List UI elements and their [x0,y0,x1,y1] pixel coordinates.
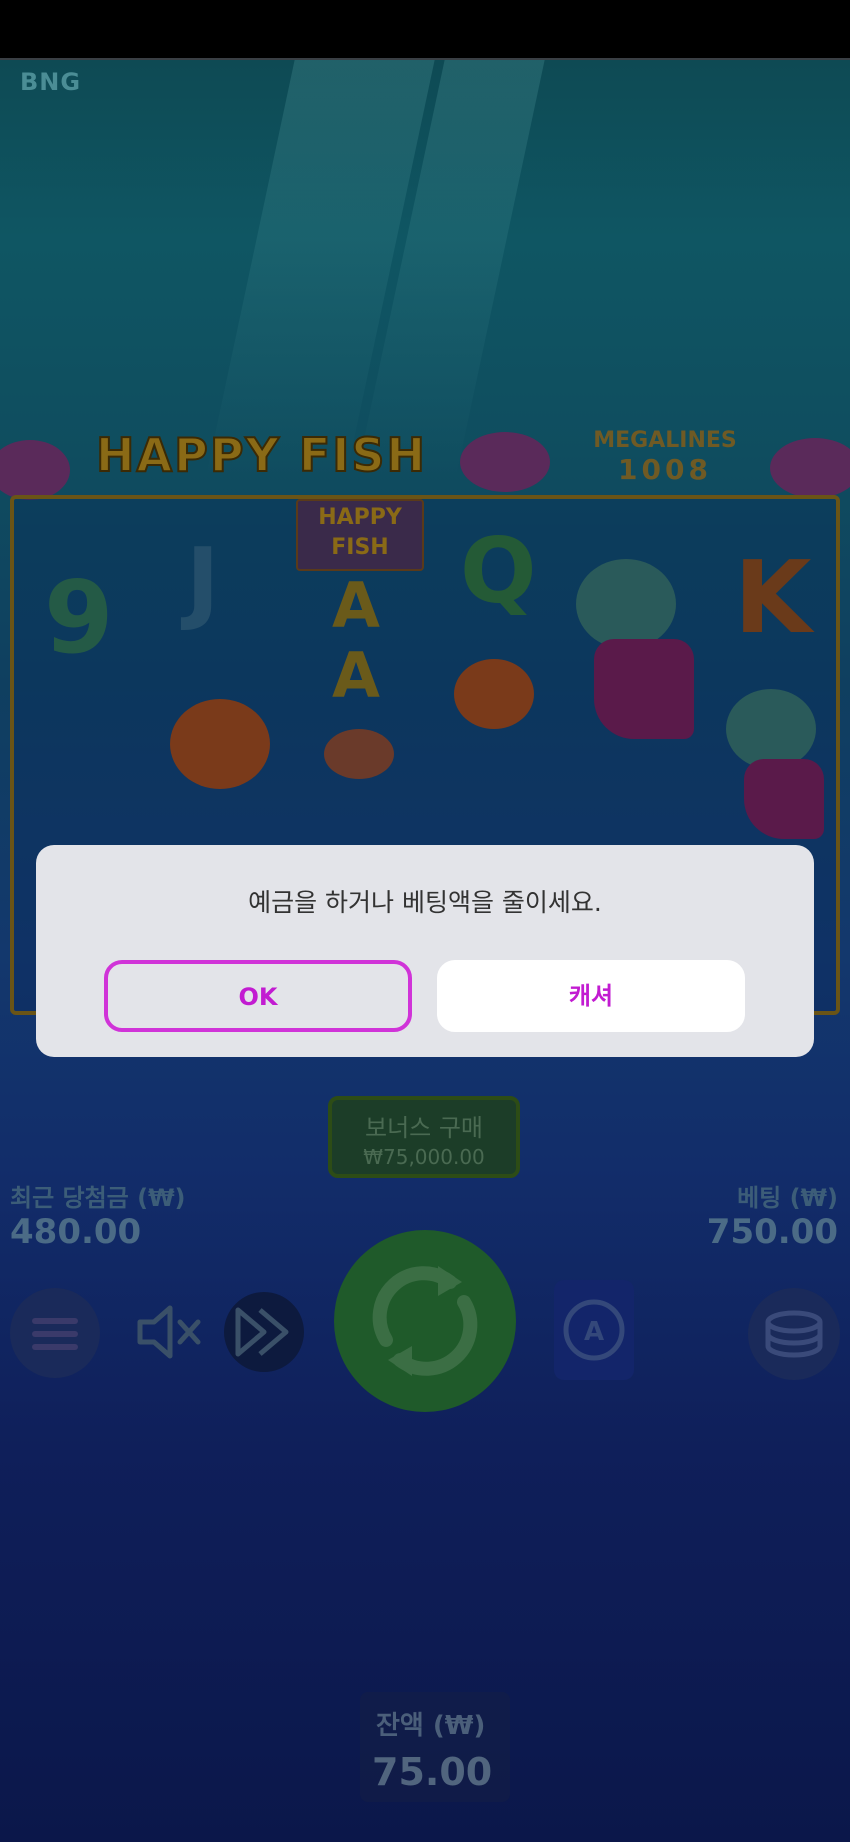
megalines-label: MEGALINES [593,428,737,453]
last-win-label: 최근 당첨금 (₩) [10,1184,186,1212]
dialog-message: 예금을 하거나 베팅액을 줄이세요. [248,888,602,917]
happy-fish-badge: HAPPY FISH [296,499,424,571]
teal-fish-symbol [576,559,676,649]
menu-icon [32,1318,78,1350]
reel-symbol-q: Q [460,519,537,624]
autoplay-button[interactable]: A [554,1280,634,1380]
menu-button[interactable] [10,1288,100,1378]
bet-label: 베팅 (₩) [737,1184,838,1212]
coral-decoration [0,440,70,500]
brand-logo: BNG [20,68,82,96]
fish-tail [744,759,824,839]
bonus-buy-label: 보너스 구매 [364,1114,484,1142]
reel-symbol-9: 9 [44,559,114,676]
teal-fish-symbol [726,689,816,769]
reel-symbol-a: A [332,569,380,642]
fast-forward-icon [235,1307,289,1357]
reel-symbol-j: J [186,529,220,634]
mute-button[interactable] [128,1292,208,1372]
reel-symbol-k: K [734,539,812,656]
fish-tail [594,639,694,739]
goldfish-symbol [170,699,270,789]
last-win-value: 480.00 [10,1212,142,1252]
coins-icon [765,1310,823,1358]
mute-icon [137,1305,201,1359]
status-bar [0,0,850,58]
coral-decoration [770,438,850,498]
spin-icon [372,1266,478,1376]
insufficient-funds-dialog: 예금을 하거나 베팅액을 줄이세요. OK 캐셔 [36,845,814,1057]
ok-button[interactable]: OK [104,960,412,1032]
bonus-buy-price: ₩75,000.00 [363,1145,485,1169]
turbo-button[interactable] [224,1292,304,1372]
game-title-logo: HAPPY FISH [95,427,428,483]
spin-button[interactable] [334,1230,516,1412]
balance-value: 75.00 [372,1750,493,1794]
coins-button[interactable] [748,1288,840,1380]
svg-text:A: A [584,1317,604,1347]
megalines-value: 1008 [618,453,712,486]
megalines-badge: MEGALINES 1008 [580,428,750,486]
goldfish-symbol [454,659,534,729]
bet-value: 750.00 [706,1212,838,1252]
coral-decoration [460,432,550,492]
reel-symbol-a: A [332,639,380,712]
bonus-buy-button[interactable]: 보너스 구매 ₩75,000.00 [328,1096,520,1178]
cashier-button[interactable]: 캐셔 [437,960,745,1032]
clownfish-symbol [324,729,394,779]
balance-label: 잔액 (₩) [376,1711,486,1741]
autoplay-icon: A [563,1299,625,1361]
